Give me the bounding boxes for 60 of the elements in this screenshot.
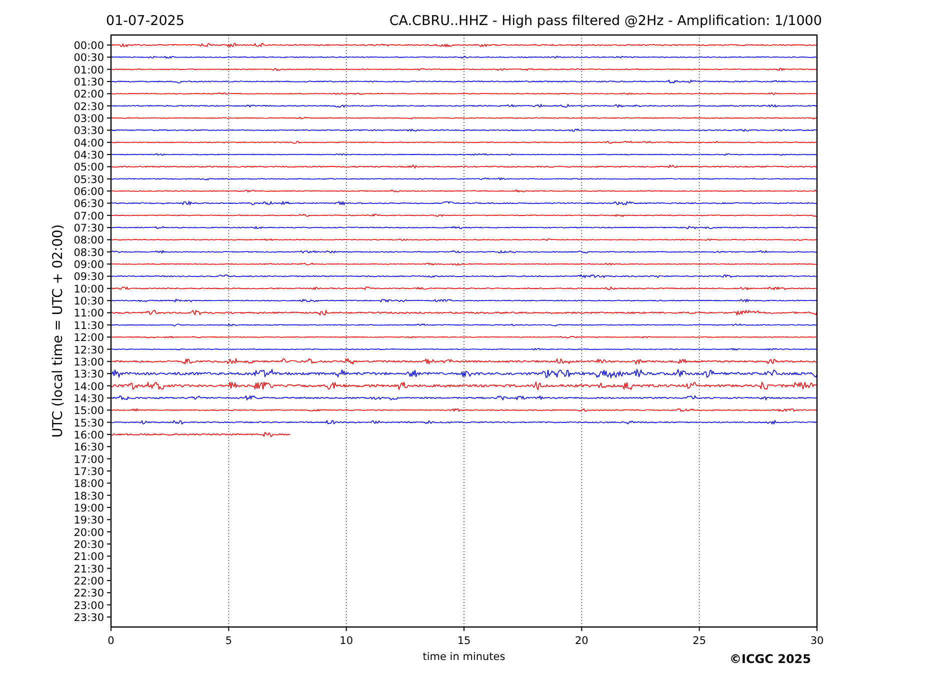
row-time-label: 03:00 [74,113,104,126]
row-time-label: 21:00 [74,551,104,564]
date-title: 01-07-2025 [106,13,184,29]
row-time-label: 03:30 [74,125,104,138]
row-time-label: 02:30 [74,100,104,113]
row-time-label: 05:00 [74,162,104,174]
row-time-label: 11:30 [74,320,104,332]
row-time-label: 15:00 [74,405,104,418]
row-time-label: 22:00 [74,576,104,588]
x-tick-label: 25 [692,635,706,647]
row-time-label: 12:30 [74,344,104,356]
row-time-label: 08:30 [74,246,104,259]
row-time-label: 02:00 [74,88,104,101]
x-tick-label: 0 [108,635,114,647]
row-time-label: 10:00 [74,283,104,296]
x-tick-label: 30 [810,635,824,647]
x-tick-label: 10 [340,635,354,647]
y-axis-label: UTC (local time = UTC + 02:00) [50,224,66,438]
row-time-label: 23:30 [74,612,104,624]
row-time-label: 09:30 [74,271,104,284]
row-time-label: 06:30 [74,198,104,210]
row-time-label: 08:00 [74,234,104,247]
row-time-label: 00:00 [74,40,104,52]
chart-title: CA.CBRU..HHZ - High pass filtered @2Hz - Amplification: 1/1000 [389,13,822,29]
row-time-label: 21:30 [74,563,104,576]
row-time-label: 19:00 [74,502,104,514]
row-time-label: 06:00 [74,186,104,198]
row-time-label: 05:30 [74,174,104,186]
row-time-label: 20:00 [74,526,104,539]
row-time-label: 12:00 [74,332,104,344]
row-time-label: 11:00 [74,308,104,320]
row-time-label: 22:30 [74,588,104,600]
x-tick-label: 20 [574,635,588,647]
row-time-label: 13:30 [74,368,104,381]
row-time-label: 00:30 [74,52,104,64]
x-tick-label: 15 [457,635,471,647]
row-time-label: 15:30 [74,417,104,430]
row-time-label: 07:00 [74,210,104,222]
row-time-label: 13:00 [74,356,104,368]
row-time-label: 01:30 [74,76,104,88]
row-time-label: 04:00 [74,137,104,150]
x-tick-label: 5 [225,635,232,647]
copyright-text: ©ICGC 2025 [729,652,811,666]
row-time-label: 19:30 [74,514,104,527]
row-time-label: 04:30 [74,150,104,162]
row-time-label: 18:00 [74,478,104,490]
row-time-label: 18:30 [74,490,104,502]
row-time-label: 10:30 [74,296,104,308]
row-time-label: 16:00 [74,429,104,442]
x-axis-label: time in minutes [422,651,506,663]
row-time-label: 23:00 [74,600,104,612]
row-time-label: 09:00 [74,259,104,272]
row-time-label: 07:30 [74,222,104,235]
row-time-label: 14:00 [74,380,104,393]
row-time-label: 16:30 [74,442,104,454]
row-time-label: 17:00 [74,454,104,466]
row-time-label: 01:00 [74,64,104,76]
row-time-label: 20:30 [74,538,104,551]
row-time-label: 17:30 [74,466,104,478]
row-time-label: 14:30 [74,392,104,405]
